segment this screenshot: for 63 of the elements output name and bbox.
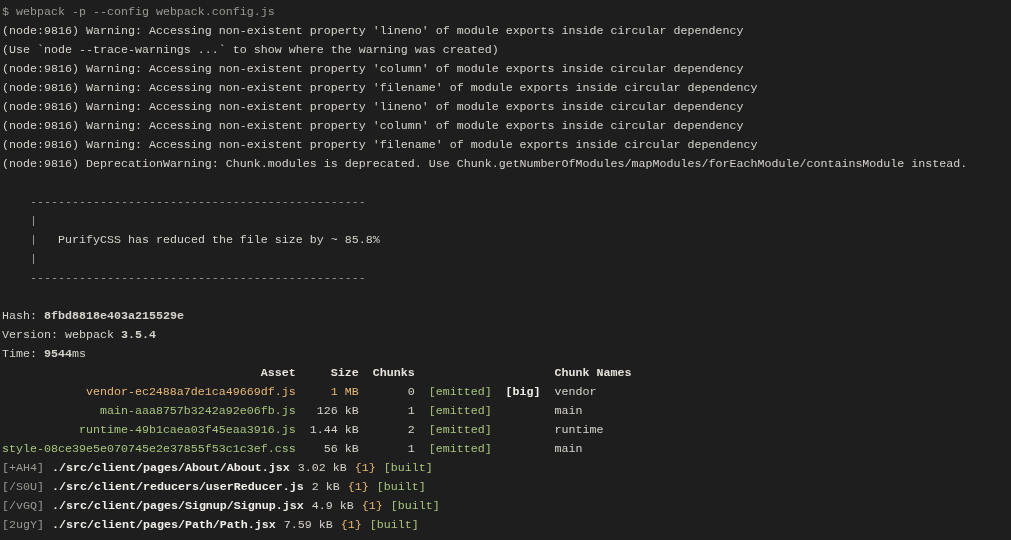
table-cell-text: 1 MB: [329, 384, 359, 401]
log-line: (node:9816) Warning: Accessing non-existent property 'filename' of module exports inside circular dependency: [2, 81, 758, 95]
table-cell-text: 126 kB: [315, 403, 359, 420]
table-cell-text: 1.44 kB: [308, 422, 359, 439]
stats-line: Hash: 8fbd8818e403a215529e: [2, 309, 184, 323]
asset-name: main-aaa8757b3242a92e06fb.js: [98, 403, 296, 420]
column-header: Chunks: [371, 365, 415, 382]
module-path: ./src/client/reducers/userReducer.js: [52, 479, 304, 496]
box-border: |: [29, 252, 37, 266]
module-path: ./src/client/pages/Path/Path.jsx: [52, 517, 276, 534]
dashed-rule: ------------------------------------------------: [29, 195, 366, 209]
status-tag: [built]: [390, 497, 440, 516]
log-line: (Use `node --trace-warnings ...` to show where the warning was created): [2, 43, 499, 57]
log-line: (node:9816) Warning: Accessing non-existent property 'column' of module exports inside circular dependency: [2, 119, 744, 133]
log-line: (node:9816) DeprecationWarning: Chunk.modules is deprecated. Use Chunk.getNumberOfModules/mapModules/forEachModule/containsModule instead.: [2, 157, 968, 171]
log-line: (node:9816) Warning: Accessing non-existent property 'column' of module exports inside circular dependency: [2, 62, 744, 76]
status-tag: [built]: [383, 459, 433, 478]
status-tag: [emitted]: [414, 421, 492, 440]
column-header: Asset: [259, 365, 296, 382]
log-line: (node:9816) Warning: Accessing non-existent property 'lineno' of module exports inside circular dependency: [2, 100, 744, 114]
module-id: [+AH4]: [2, 460, 44, 477]
log-line: (node:9816) Warning: Accessing non-existent property 'lineno' of module exports inside circular dependency: [2, 24, 744, 38]
module-id: [2ugY]: [2, 517, 44, 534]
module-path: ./src/client/pages/About/About.jsx: [52, 460, 290, 477]
box-border: |: [29, 232, 37, 249]
table-cell-text: 56 kB: [322, 441, 359, 458]
module-size: 7.59 kB: [283, 517, 333, 534]
status-tag: [built]: [369, 516, 419, 535]
module-size: 2 kB: [311, 479, 340, 496]
asset-name: style-08ce39e5e070745e2e37855f53c1c3ef.css: [2, 441, 296, 458]
purify-message: PurifyCSS has reduced the file size by ~ 85.8%: [57, 232, 380, 249]
command-line: $ webpack -p --config webpack.config.js: [2, 5, 275, 19]
module-id: [/vGQ]: [2, 498, 44, 515]
table-cell-text: 2: [406, 422, 415, 439]
column-header: Chunk Names: [553, 365, 633, 382]
chunk-id: {1}: [340, 517, 362, 534]
module-id: [/S0U]: [2, 479, 44, 496]
module-path: ./src/client/pages/Signup/Signup.jsx: [52, 498, 304, 515]
module-size: 4.9 kB: [311, 498, 354, 515]
table-cell-text: 0: [406, 384, 415, 401]
status-tag: [emitted]: [414, 402, 492, 421]
chunk-id: {1}: [347, 479, 369, 496]
dashed-rule: ------------------------------------------------: [29, 271, 366, 285]
stats-line: Time: 9544ms: [2, 347, 86, 361]
module-size: 3.02 kB: [297, 460, 347, 477]
table-cell-text: runtime: [553, 422, 605, 439]
table-cell-text: 1: [406, 441, 415, 458]
asset-name: vendor-ec2488a7de1ca49669df.js: [84, 384, 296, 401]
table-cell-text: vendor: [553, 384, 598, 401]
size-warning-tag: [big]: [491, 383, 541, 402]
status-tag: [emitted]: [414, 383, 492, 402]
asset-name: runtime-49b1caea03f45eaa3916.js: [77, 422, 296, 439]
column-header: Size: [329, 365, 359, 382]
table-cell-text: main: [553, 441, 584, 458]
log-line: (node:9816) Warning: Accessing non-existent property 'filename' of module exports inside circular dependency: [2, 138, 758, 152]
chunk-id: {1}: [354, 460, 376, 477]
stats-line: Version: webpack 3.5.4: [2, 328, 156, 342]
status-tag: [built]: [376, 478, 426, 497]
chunk-id: {1}: [361, 498, 383, 515]
box-border: |: [29, 214, 37, 228]
table-cell-text: 1: [406, 403, 415, 420]
table-cell-text: main: [553, 403, 584, 420]
status-tag: [emitted]: [414, 440, 492, 459]
